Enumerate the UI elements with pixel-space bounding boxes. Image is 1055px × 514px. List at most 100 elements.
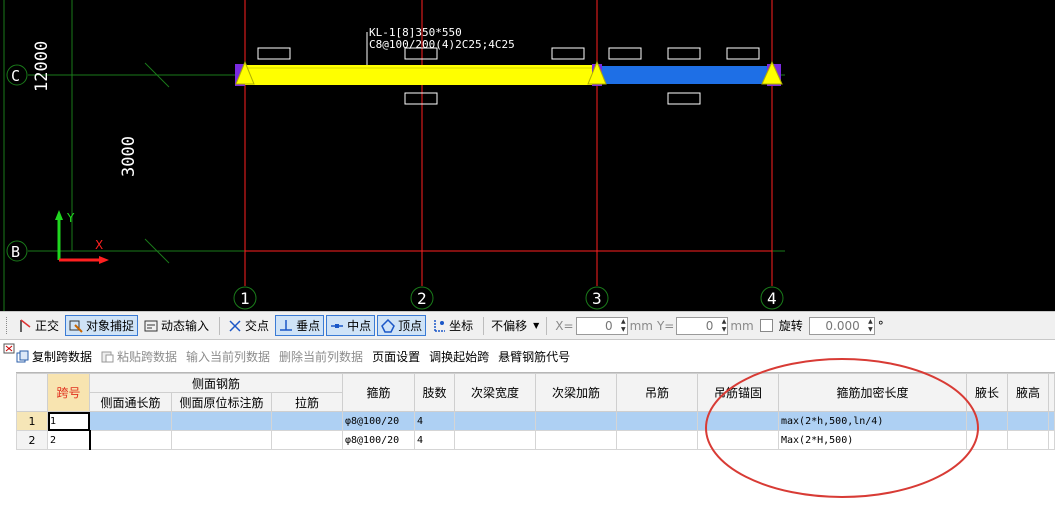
header-side-rebar: 侧面钢筋 [89, 373, 343, 393]
cell-haunch-height[interactable] [1007, 411, 1049, 431]
header-filler [1048, 373, 1055, 412]
beam-span-3-4 [597, 66, 777, 84]
cell-stirrup[interactable]: φ8@100/20 [342, 411, 415, 431]
copy-icon [16, 350, 29, 363]
dimension-12000: 12000 [32, 41, 52, 92]
table-action-bar: 复制跨数据 粘贴跨数据 输入当前列数据 删除当前列数据 页面设置 调换起始跨 悬… [16, 344, 579, 369]
cell-haunch-length[interactable] [966, 430, 1008, 450]
coordinate-button[interactable]: 坐标 [428, 315, 477, 336]
table-row[interactable]: 1 1 φ8@100/20 4 max(2*h,500,ln/4) [16, 411, 1055, 431]
header-secondary-add[interactable]: 次梁加筋 [535, 373, 617, 412]
spinner-icon[interactable]: ▲ ▼ [722, 318, 727, 334]
cell-filler [1048, 430, 1055, 450]
cell-secondary-add[interactable] [535, 430, 617, 450]
cell-hanger[interactable] [616, 430, 698, 450]
rotate-checkbox[interactable] [759, 319, 773, 332]
header-side-through[interactable]: 侧面通长筋 [89, 392, 172, 412]
header-hanger-anchor[interactable]: 吊筋锚固 [697, 373, 779, 412]
degree-symbol: ° [877, 318, 884, 333]
delete-current-column-button[interactable]: 删除当前列数据 [279, 348, 363, 365]
beam-annotation-line2: C8@100/200(4)2C25;4C25 [369, 38, 515, 51]
cell-haunch-height[interactable] [1007, 430, 1049, 450]
cell-dense-length[interactable]: max(2*h,500,ln/4) [778, 411, 967, 431]
perpendicular-icon [279, 319, 293, 333]
swap-start-span-button[interactable]: 调换起始跨 [429, 348, 489, 365]
cell-hanger-anchor[interactable] [697, 411, 779, 431]
ortho-button[interactable]: 正交 [14, 315, 63, 336]
y-input[interactable]: 0 ▲ ▼ [676, 316, 729, 335]
cell-haunch-length[interactable] [966, 411, 1008, 431]
x-coordinate-field: X= 0 ▲ ▼ mm [555, 316, 653, 335]
cell-tie[interactable] [271, 430, 343, 450]
cell-legs[interactable]: 4 [414, 430, 455, 450]
spinner-icon[interactable]: ▲ ▼ [621, 318, 626, 334]
cell-stirrup[interactable]: φ8@100/20 [342, 430, 415, 450]
cell-secondary-width[interactable] [454, 411, 536, 431]
cell-span[interactable]: 1 [47, 411, 90, 431]
cell-side-original[interactable] [171, 411, 272, 431]
object-snap-button[interactable]: 对象捕捉 [65, 315, 139, 336]
cell-side-original[interactable] [171, 430, 272, 450]
cell-legs[interactable]: 4 [414, 411, 455, 431]
header-legs[interactable]: 肢数 [414, 373, 455, 412]
ucs-icon [55, 210, 109, 264]
offset-select[interactable]: 不偏移 ▼ [488, 316, 542, 336]
table-row[interactable]: 2 2 φ8@100/20 4 Max(2*H,500) [16, 430, 1055, 450]
cell-hanger[interactable] [616, 411, 698, 431]
x-input[interactable]: 0 ▲ ▼ [575, 316, 628, 335]
snap-toolbar: 正交 对象捕捉 动态输入 交点 垂点 中点 顶点 坐标 不偏移 ▼ X= 0 ▲… [0, 311, 1055, 340]
paste-span-data-button[interactable]: 粘贴跨数据 [101, 348, 177, 365]
panel-side-strip [0, 341, 16, 513]
midpoint-icon [330, 319, 344, 333]
midpoint-button[interactable]: 中点 [326, 315, 376, 336]
chevron-down-icon: ▼ [533, 321, 540, 330]
axis-label-b: B [11, 243, 20, 261]
cell-secondary-width[interactable] [454, 430, 536, 450]
header-dense-length[interactable]: 箍筋加密长度 [778, 373, 967, 412]
cell-side-through[interactable] [89, 411, 172, 431]
rotate-input[interactable]: 0.000 ▲ ▼ [808, 316, 875, 335]
header-side-original[interactable]: 侧面原位标注筋 [171, 392, 272, 412]
toolbar-separator [546, 316, 548, 335]
cell-side-through[interactable] [89, 430, 172, 450]
column-bubbles [233, 286, 784, 310]
intersection-icon [228, 319, 242, 333]
cell-span[interactable]: 2 [47, 430, 91, 450]
cell-tie[interactable] [271, 411, 343, 431]
snap-icon [69, 319, 83, 333]
cell-secondary-add[interactable] [535, 411, 617, 431]
cad-drawing-canvas[interactable]: KL-1[8]350*550 C8@100/200(4)2C25;4C25 C … [0, 0, 1055, 311]
ucs-x-label: X [95, 238, 103, 252]
column-label-1: 1 [240, 289, 250, 308]
copy-span-data-button[interactable]: 复制跨数据 [16, 348, 92, 365]
intersection-button[interactable]: 交点 [224, 315, 273, 336]
header-secondary-width[interactable]: 次梁宽度 [454, 373, 536, 412]
toolbar-separator [219, 316, 221, 335]
corner-header [16, 373, 48, 412]
row-number[interactable]: 1 [16, 411, 48, 431]
row-number[interactable]: 2 [16, 430, 48, 450]
header-haunch-length[interactable]: 腋长 [966, 373, 1008, 412]
cell-filler [1048, 411, 1055, 431]
axis-label-c: C [11, 67, 20, 85]
cell-dense-length[interactable]: Max(2*H,500) [778, 430, 967, 450]
header-hanger[interactable]: 吊筋 [616, 373, 698, 412]
header-haunch-height[interactable]: 腋高 [1007, 373, 1049, 412]
toolbar-grip [6, 317, 10, 334]
toolbar-separator [483, 316, 485, 335]
panel-collapse-icon[interactable] [3, 343, 17, 357]
column-label-2: 2 [417, 289, 427, 308]
coordinate-icon [432, 319, 446, 333]
y-coordinate-field: Y= 0 ▲ ▼ mm [656, 316, 754, 335]
header-tie[interactable]: 拉筋 [271, 392, 343, 412]
cell-hanger-anchor[interactable] [697, 430, 779, 450]
input-current-column-button[interactable]: 输入当前列数据 [186, 348, 270, 365]
vertex-button[interactable]: 顶点 [377, 315, 427, 336]
header-stirrup[interactable]: 箍筋 [342, 373, 415, 412]
dynamic-input-button[interactable]: 动态输入 [140, 315, 213, 336]
page-setup-button[interactable]: 页面设置 [372, 348, 420, 365]
perpendicular-button[interactable]: 垂点 [275, 315, 325, 336]
header-span-no[interactable]: 跨号 [47, 373, 90, 412]
spinner-icon[interactable]: ▲ ▼ [868, 318, 873, 334]
cantilever-code-button[interactable]: 悬臂钢筋代号 [498, 348, 570, 365]
